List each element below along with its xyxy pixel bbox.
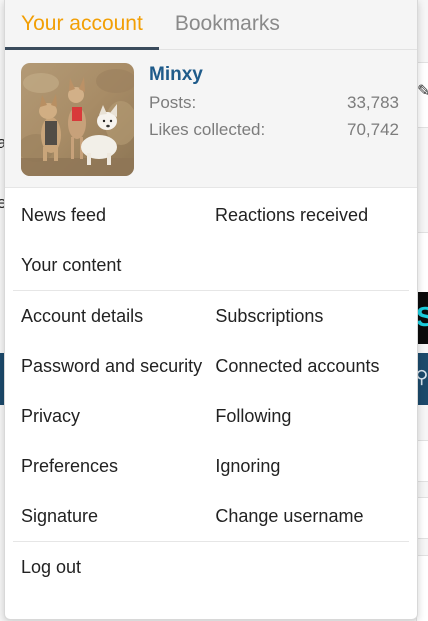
background-search-bar: ⚲: [415, 353, 428, 405]
username-link[interactable]: Minxy: [149, 64, 203, 86]
menu-item-following[interactable]: Following: [215, 391, 409, 441]
account-menu-popup: Your account Bookmarks Minxy Posts: 33,7…: [4, 0, 418, 620]
menu-item-ignoring[interactable]: Ignoring: [215, 441, 409, 491]
menu-item-reactions-received[interactable]: Reactions received: [215, 190, 409, 240]
menu-item-news-feed[interactable]: News feed: [21, 190, 215, 240]
posts-label: Posts:: [149, 93, 197, 112]
dogs-photo-avatar: [21, 63, 134, 176]
posts-value: 33,783: [347, 93, 399, 112]
profile-summary: Minxy Posts: 33,783 Likes collected: 70,…: [5, 50, 417, 188]
account-tabs: Your account Bookmarks: [5, 0, 417, 50]
page-background: ✎ a e S ⚲ Your account Bookmarks: [0, 0, 428, 621]
menu-item-preferences[interactable]: Preferences: [21, 441, 204, 491]
menu-item-change-username[interactable]: Change username: [215, 491, 409, 541]
menu-section-activity: News feed Your content Reactions receive…: [5, 188, 417, 290]
menu-item-your-content[interactable]: Your content: [21, 240, 215, 290]
menu-section-settings: Account details Password and security Pr…: [5, 291, 417, 541]
posts-stat: Posts: 33,783: [149, 93, 399, 113]
menu-section-logout: Log out: [5, 542, 417, 592]
likes-label: Likes collected:: [149, 120, 266, 139]
likes-stat: Likes collected: 70,742: [149, 120, 399, 140]
avatar[interactable]: [21, 63, 134, 176]
menu-item-signature[interactable]: Signature: [21, 491, 204, 541]
menu-item-connected-accounts[interactable]: Connected accounts: [215, 341, 409, 391]
tab-your-account[interactable]: Your account: [5, 11, 159, 50]
menu-item-privacy[interactable]: Privacy: [21, 391, 204, 441]
likes-value: 70,742: [347, 120, 399, 139]
edit-icon: ✎: [417, 83, 428, 99]
tab-bookmarks[interactable]: Bookmarks: [159, 11, 296, 49]
menu-item-subscriptions[interactable]: Subscriptions: [215, 291, 409, 341]
logout-link[interactable]: Log out: [21, 542, 409, 592]
background-banner: S: [416, 292, 428, 344]
menu-item-account-details[interactable]: Account details: [21, 291, 204, 341]
menu-item-password-security[interactable]: Password and security: [21, 341, 204, 391]
